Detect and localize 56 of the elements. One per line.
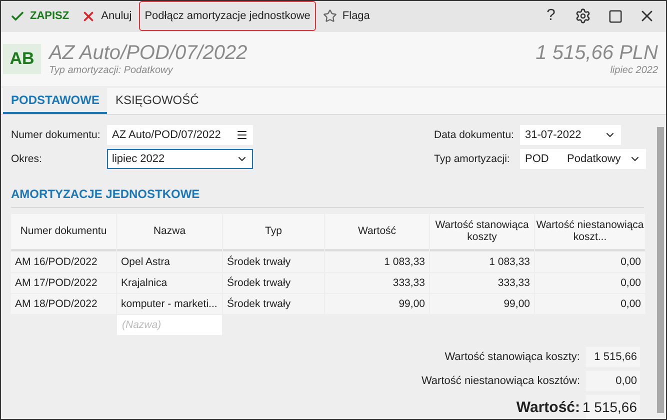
field-label: Typ amortyzacji: <box>434 153 511 165</box>
table-cell: Środek trwały <box>223 252 324 272</box>
document-amount: 1 515,66 PLN <box>536 42 658 65</box>
column-header: Wartość stanowiąca koszty <box>430 214 534 251</box>
total-value: 1 515,66 <box>586 395 640 419</box>
table-cell: 1 083,33 <box>325 252 429 272</box>
toolbar-button[interactable]: Anuluj <box>76 2 137 30</box>
table-cell: Krajalnica <box>117 273 222 293</box>
toolbar-button[interactable]: Podłącz amortyzacje jednostkowe <box>138 1 316 32</box>
table-cell: 1 083,33 <box>430 252 534 272</box>
table-cell: AM 18/POD/2022 <box>11 294 116 314</box>
depreciation-type-dropdown[interactable]: POD Podatkowy <box>520 149 646 169</box>
total-label: Wartość stanowiąca koszty: <box>444 351 580 363</box>
square-icon <box>608 8 622 24</box>
table-cell: AM 16/POD/2022 <box>11 252 116 272</box>
toolbar-button[interactable]: Flaga <box>318 2 375 30</box>
document-subtitle: Typ amortyzacji: Podatkowy <box>49 64 173 76</box>
document-badge: AB <box>3 44 41 74</box>
toolbar-button[interactable]: ZAPISZ <box>5 2 74 30</box>
section-title: AMORTYZACJE JEDNOSTKOWE <box>11 187 644 208</box>
field-label: Okres: <box>11 153 43 165</box>
period-dropdown[interactable]: lipiec 2022 <box>107 149 253 169</box>
table-cell: 0,00 <box>535 273 645 293</box>
document-title: AZ Auto/POD/07/2022 <box>49 42 248 65</box>
table-cell: 0,00 <box>535 294 645 314</box>
star-icon <box>323 9 338 24</box>
total-value: 0,00 <box>586 371 640 391</box>
column-header: Typ <box>223 214 324 251</box>
table-cell: komputer - marketi... <box>117 294 222 314</box>
date-field[interactable]: 31-07-2022 <box>520 125 621 145</box>
column-header: Nazwa <box>117 214 222 251</box>
table-cell: 333,33 <box>430 273 534 293</box>
settings-icon <box>575 8 591 24</box>
list-icon <box>236 129 248 141</box>
document-period: lipiec 2022 <box>610 64 658 76</box>
table-cell: Środek trwały <box>223 294 324 314</box>
table-cell: 99,00 <box>325 294 429 314</box>
field-label: Data dokumentu: <box>434 129 515 141</box>
tab[interactable]: KSIĘGOWOŚĆ <box>107 88 207 114</box>
table-cell: Środek trwały <box>223 273 324 293</box>
table-cell: Opel Astra <box>117 252 222 272</box>
table-cell: 99,00 <box>430 294 534 314</box>
total-value: 1 515,66 <box>586 347 640 367</box>
column-header: Wartość <box>325 214 429 251</box>
table-cell: 0,00 <box>535 252 645 272</box>
scrollbar-thumb[interactable] <box>657 127 664 413</box>
tab[interactable]: PODSTAWOWE <box>3 88 108 114</box>
table-cell: 333,33 <box>325 273 429 293</box>
field-label: Numer dokumentu: <box>11 129 102 141</box>
column-header: Wartość niestanowiąca koszt... <box>535 214 645 251</box>
column-header: Numer dokumentu <box>11 214 116 251</box>
total-label: Wartość niestanowiąca kosztów: <box>420 375 580 387</box>
table-cell: AM 17/POD/2022 <box>11 273 116 293</box>
help-button[interactable]: ? <box>536 2 566 30</box>
total-label: Wartość: <box>515 398 580 416</box>
document-number-field[interactable]: AZ Auto/POD/07/2022 <box>107 125 253 145</box>
